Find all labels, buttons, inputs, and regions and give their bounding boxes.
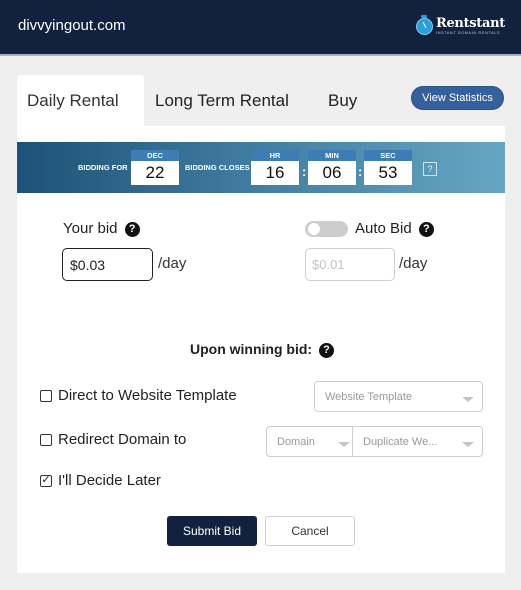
tab-long-term-rental[interactable]: Long Term Rental xyxy=(145,75,299,127)
colon-separator: : xyxy=(358,164,363,179)
cancel-button[interactable]: Cancel xyxy=(265,516,355,546)
minutes-value: 06 xyxy=(308,161,356,185)
checkbox[interactable] xyxy=(40,389,52,402)
auto-bid-toggle[interactable] xyxy=(305,221,348,237)
logo-name: Rentstant xyxy=(435,16,505,31)
rentstant-logo[interactable]: Rentstant INSTANT DOMAIN RENTALS xyxy=(415,14,505,35)
redirect-select-group: Domain Duplicate We... xyxy=(266,426,483,457)
month-label: DEC xyxy=(131,150,179,161)
bidding-banner: BIDDING FOR DEC 22 BIDDING CLOSES HR 16 … xyxy=(17,142,505,193)
hours-box: HR 16 xyxy=(251,150,299,185)
duplicate-website-select[interactable]: Duplicate We... xyxy=(352,426,483,457)
colon-separator: : xyxy=(302,164,307,179)
bidding-closes-label: BIDDING CLOSES xyxy=(185,163,250,172)
auto-bid-text: Auto Bid xyxy=(355,220,412,237)
caret-down-icon xyxy=(462,397,474,402)
website-template-select[interactable]: Website Template xyxy=(314,381,483,412)
option-redirect-domain[interactable]: Redirect Domain to xyxy=(40,431,186,448)
seconds-box: SEC 53 xyxy=(364,150,412,185)
per-day-label: /day xyxy=(158,255,187,272)
tab-daily-rental[interactable]: Daily Rental xyxy=(17,75,144,127)
caret-down-icon xyxy=(462,442,474,447)
domain-name: divvyingout.com xyxy=(18,17,126,34)
upon-winning-bid-label: Upon winning bid: ? xyxy=(190,341,334,358)
upon-winning-bid-text: Upon winning bid: xyxy=(190,341,313,357)
question-circle-icon[interactable]: ? xyxy=(318,342,334,358)
minutes-label: MIN xyxy=(308,150,356,161)
select-value: Website Template xyxy=(325,390,413,403)
select-value: Duplicate We... xyxy=(363,435,438,448)
option-direct-to-template[interactable]: Direct to Website Template xyxy=(40,387,237,404)
hours-value: 16 xyxy=(251,161,299,185)
checkbox[interactable] xyxy=(40,433,52,446)
top-bar: divvyingout.com Rentstant INSTANT DOMAIN… xyxy=(0,0,521,56)
tab-buy[interactable]: Buy xyxy=(318,75,367,127)
select-value: Domain xyxy=(277,435,315,448)
your-bid-input[interactable] xyxy=(62,248,153,281)
option-decide-later[interactable]: ✓ I'll Decide Later xyxy=(40,472,161,489)
seconds-value: 53 xyxy=(364,161,412,185)
question-circle-icon[interactable]: ? xyxy=(124,221,140,237)
caret-down-icon xyxy=(338,442,350,447)
your-bid-text: Your bid xyxy=(63,220,118,237)
domain-select[interactable]: Domain xyxy=(266,426,353,457)
logo-tagline: INSTANT DOMAIN RENTALS xyxy=(435,30,501,35)
option-label: Redirect Domain to xyxy=(58,431,187,448)
auto-bid-label: Auto Bid ? xyxy=(355,220,434,237)
auto-bid-input[interactable] xyxy=(305,248,395,281)
option-label: I'll Decide Later xyxy=(58,472,161,489)
help-icon[interactable]: ? xyxy=(423,162,437,176)
view-statistics-button[interactable]: View Statistics xyxy=(411,86,504,110)
your-bid-label: Your bid ? xyxy=(63,220,140,237)
hours-label: HR xyxy=(251,150,299,161)
question-circle-icon[interactable]: ? xyxy=(418,221,434,237)
seconds-label: SEC xyxy=(364,150,412,161)
minutes-box: MIN 06 xyxy=(308,150,356,185)
checkbox-checked[interactable]: ✓ xyxy=(40,474,52,487)
date-box: DEC 22 xyxy=(131,150,179,185)
per-day-label: /day xyxy=(399,255,428,272)
stopwatch-icon xyxy=(415,14,433,35)
bidding-for-label: BIDDING FOR xyxy=(78,163,128,172)
option-label: Direct to Website Template xyxy=(58,387,237,404)
submit-bid-button[interactable]: Submit Bid xyxy=(167,516,257,546)
day-value: 22 xyxy=(131,161,179,185)
